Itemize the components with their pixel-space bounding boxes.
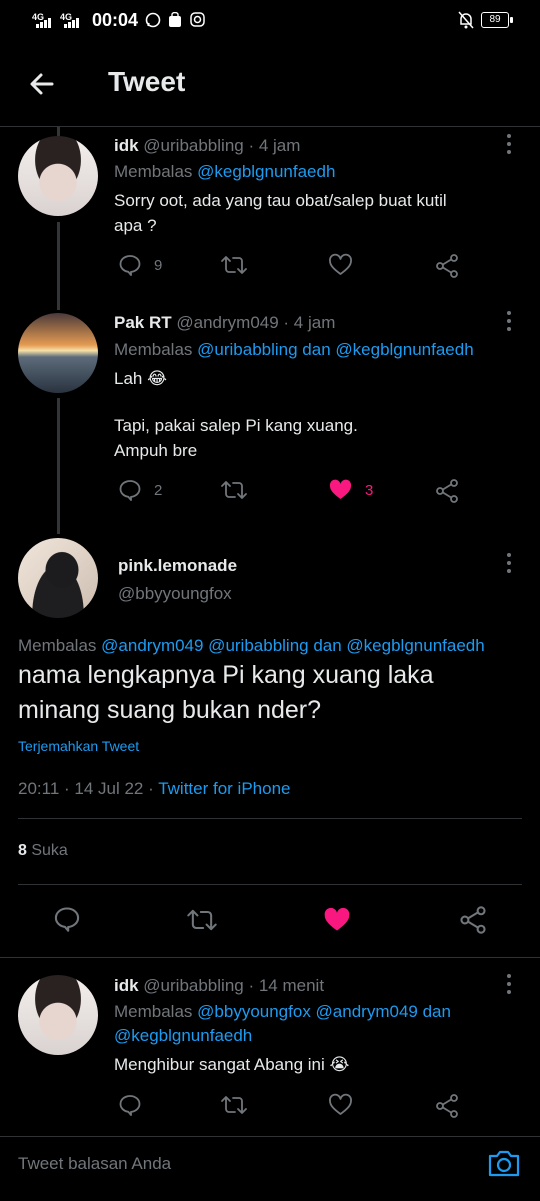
- avatar[interactable]: [18, 313, 98, 393]
- battery-indicator: 89: [481, 12, 513, 28]
- reply-icon[interactable]: [53, 905, 81, 933]
- more-options-icon[interactable]: [506, 311, 512, 333]
- tweet-datetime: 20:11 · 14 Jul 22 ·: [18, 779, 154, 798]
- replying-label: Membalas: [114, 340, 193, 359]
- thread-line-2: [57, 398, 60, 534]
- display-name[interactable]: idk: [114, 136, 139, 155]
- display-name[interactable]: pink.lemonade: [118, 556, 237, 576]
- signal-icon-2: [64, 18, 79, 28]
- handle[interactable]: @andrym049: [176, 313, 278, 332]
- mute-bell-icon: [458, 11, 474, 29]
- tweet-text: Menghibur sangat Abang ini 😭: [114, 1055, 350, 1074]
- reply-button[interactable]: 2: [118, 478, 162, 502]
- display-name[interactable]: idk: [114, 976, 139, 995]
- reply-composer[interactable]: Tweet balasan Anda: [0, 1136, 540, 1201]
- handle[interactable]: @uribabbling: [143, 976, 243, 995]
- like-filled-icon[interactable]: [322, 906, 352, 934]
- shop-icon: [169, 12, 181, 27]
- signal-icon: [36, 18, 51, 28]
- divider: [18, 818, 522, 819]
- replying-label: Membalas: [18, 636, 97, 655]
- replying-to-link[interactable]: @andrym049 @uribabbling dan @kegblgnunfa…: [101, 636, 485, 655]
- replying-to-link[interactable]: @uribabbling dan @kegblgnunfaedh: [197, 340, 474, 359]
- display-name[interactable]: Pak RT: [114, 313, 172, 332]
- replying-to-link[interactable]: @kegblgnunfaedh: [197, 162, 335, 181]
- like-count: 3: [365, 481, 374, 499]
- tweet-text-line: Tapi, pakai salep Pi kang xuang.: [114, 416, 358, 435]
- like-icon[interactable]: [328, 1093, 353, 1117]
- share-icon[interactable]: [434, 478, 460, 504]
- timestamp: · 14 menit: [248, 976, 325, 995]
- timestamp: · 4 jam: [283, 313, 336, 332]
- tweet-text-line: apa ?: [114, 216, 157, 235]
- instagram-icon: [190, 12, 205, 27]
- tweet-text-line: minang suang bukan nder?: [18, 696, 322, 724]
- handle[interactable]: @uribabbling: [143, 136, 243, 155]
- more-options-icon[interactable]: [506, 134, 512, 156]
- reply-count: 2: [154, 481, 163, 499]
- source-link[interactable]: Twitter for iPhone: [158, 779, 290, 798]
- tweet-text-line: Ampuh bre: [114, 441, 198, 460]
- retweet-icon[interactable]: [186, 906, 218, 934]
- page-title: Tweet: [108, 66, 186, 97]
- avatar[interactable]: [18, 538, 98, 618]
- avatar[interactable]: [18, 136, 98, 216]
- reply-input[interactable]: Tweet balasan Anda: [18, 1154, 171, 1174]
- reply-icon[interactable]: [118, 1093, 142, 1117]
- share-icon[interactable]: [434, 253, 460, 279]
- retweet-icon[interactable]: [220, 478, 248, 502]
- replying-to-link[interactable]: @bbyyoungfox @andrym049 dan: [197, 1002, 451, 1021]
- divider: [0, 957, 540, 958]
- tweet-text-line: Lah 😂: [114, 369, 167, 388]
- whatsapp-icon: [145, 12, 161, 28]
- reply-count: 9: [154, 256, 163, 274]
- like-icon[interactable]: [328, 253, 353, 277]
- divider: [18, 884, 522, 885]
- more-options-icon[interactable]: [506, 553, 512, 575]
- reply-icon: [119, 480, 141, 501]
- handle[interactable]: @bbyyoungfox: [118, 584, 232, 604]
- back-arrow-icon[interactable]: [26, 68, 58, 100]
- retweet-icon[interactable]: [220, 1093, 248, 1117]
- replying-label: Membalas: [114, 1002, 193, 1021]
- likes-summary[interactable]: 8 Suka: [18, 842, 68, 860]
- tweet-text-line: nama lengkapnya Pi kang xuang laka: [18, 661, 434, 689]
- app-header: Tweet: [0, 40, 540, 127]
- thread-line-top: [57, 127, 60, 136]
- clock: 00:04: [92, 10, 139, 30]
- status-bar: 4G 4G 00:04 89: [0, 0, 540, 40]
- avatar[interactable]: [18, 975, 98, 1055]
- camera-icon[interactable]: [486, 1147, 522, 1179]
- thread-line-1: [57, 222, 60, 310]
- share-icon[interactable]: [434, 1093, 460, 1119]
- replying-to-link[interactable]: @kegblgnunfaedh: [114, 1026, 252, 1046]
- timestamp: · 4 jam: [248, 136, 301, 155]
- like-button[interactable]: 3: [328, 478, 373, 502]
- replying-label: Membalas: [114, 162, 193, 181]
- share-icon[interactable]: [458, 905, 488, 935]
- reply-button[interactable]: 9: [118, 253, 162, 277]
- reply-icon: [119, 255, 141, 276]
- tweet-text-line: Sorry oot, ada yang tau obat/salep buat …: [114, 191, 447, 210]
- more-options-icon[interactable]: [506, 974, 512, 996]
- like-filled-icon: [329, 479, 352, 499]
- retweet-icon[interactable]: [220, 253, 248, 277]
- translate-link[interactable]: Terjemahkan Tweet: [18, 738, 139, 754]
